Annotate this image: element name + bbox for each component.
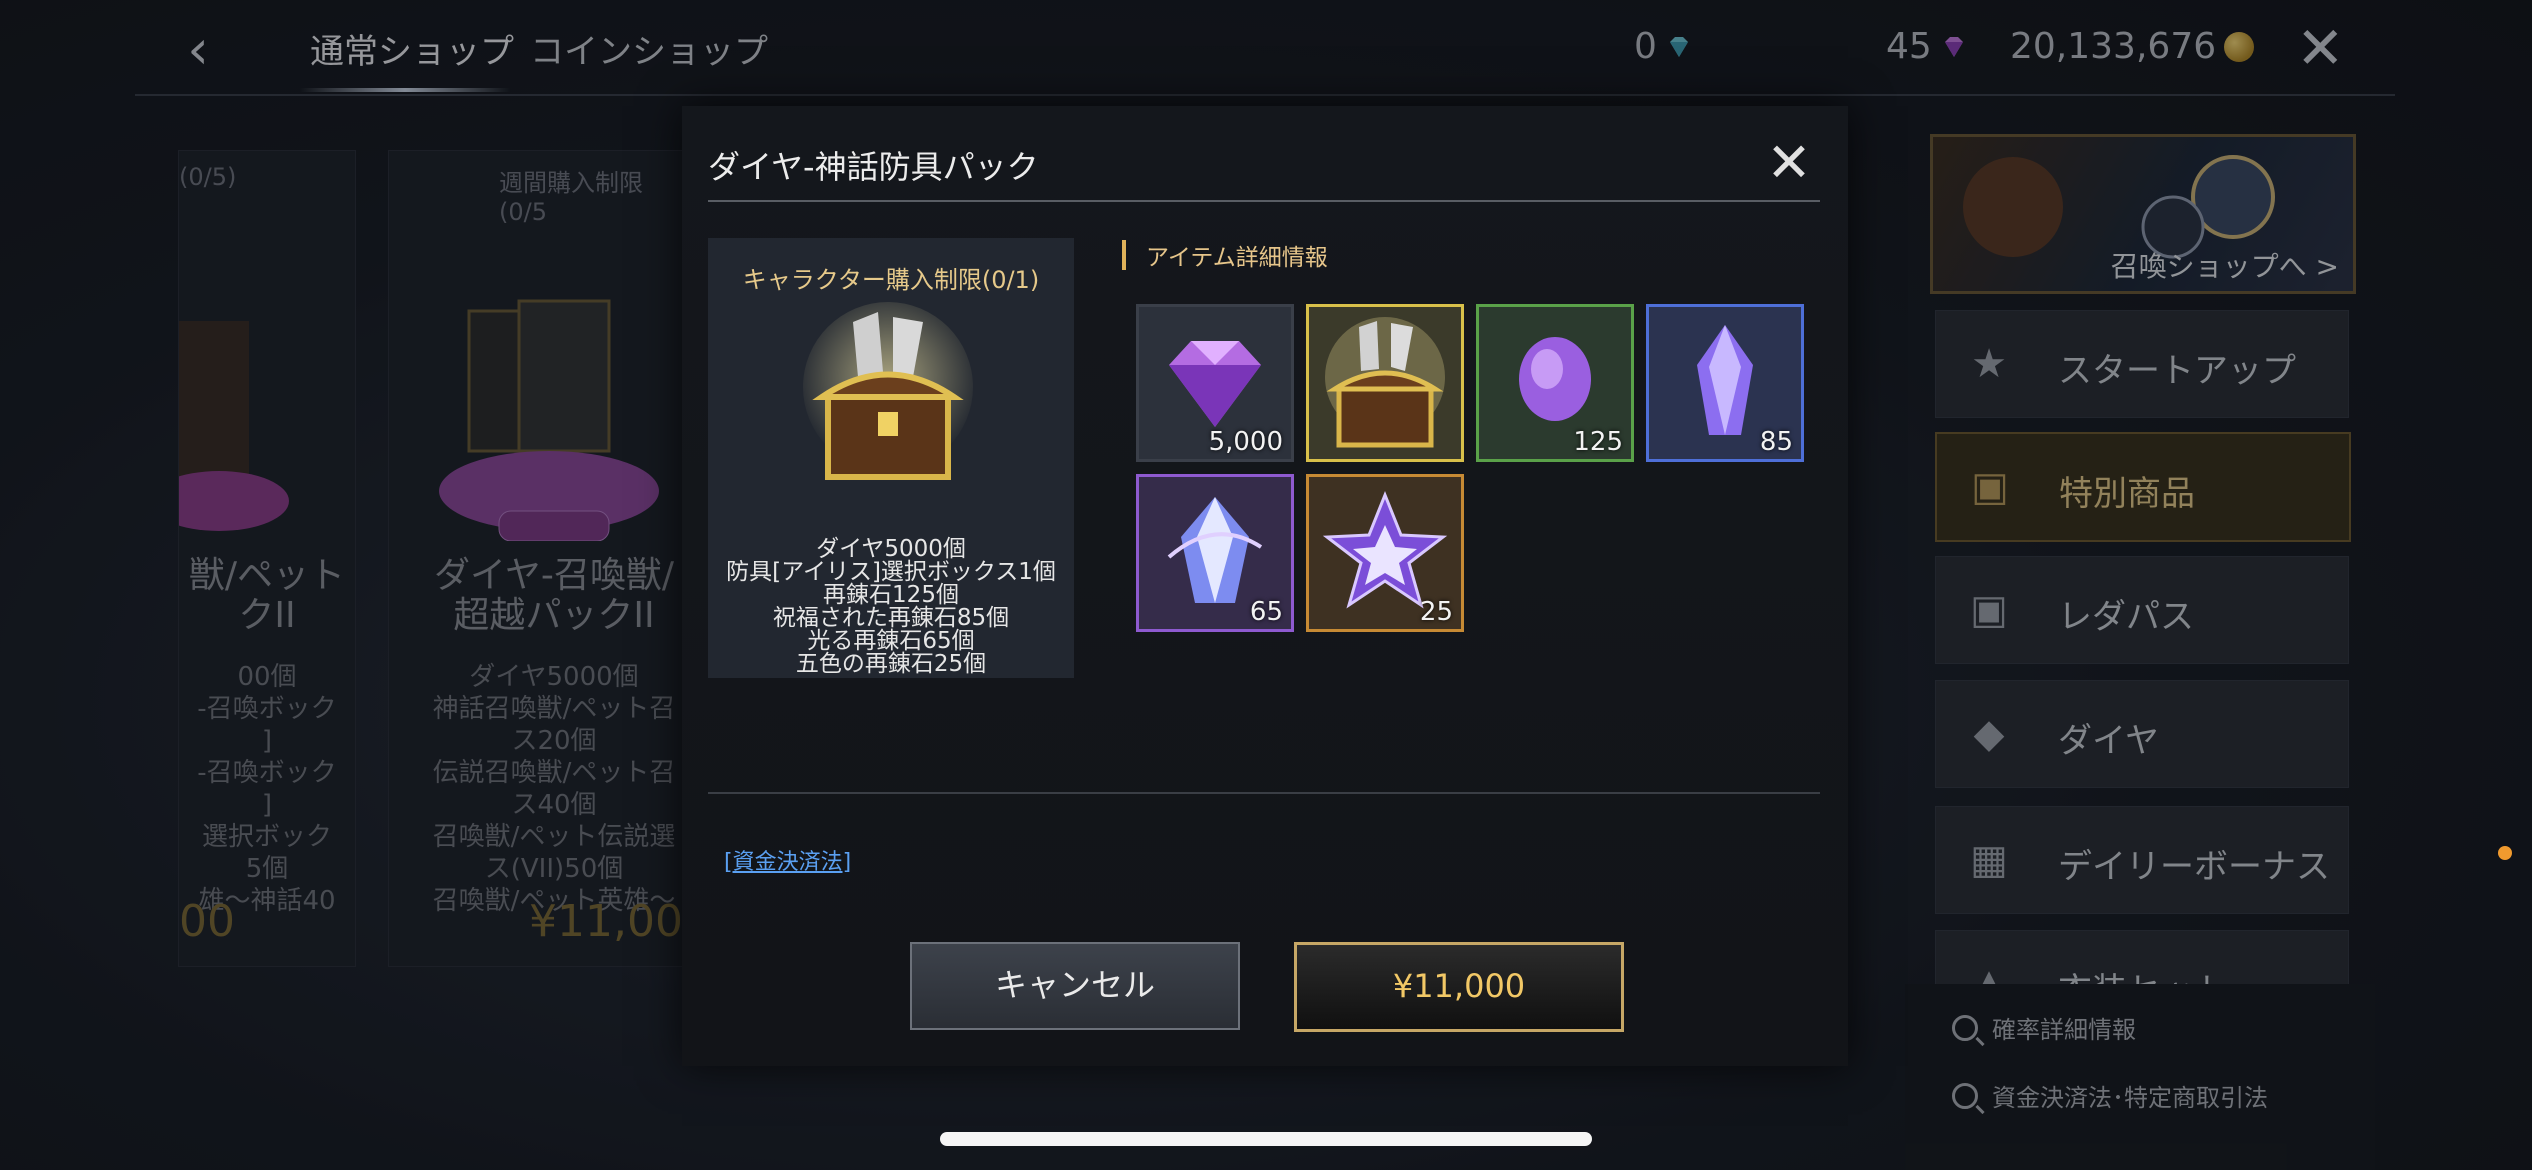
- contents-line: 祝福された再錬石85個: [772, 605, 1010, 631]
- notification-dot: [2498, 846, 2512, 860]
- item-quantity: 5,000: [1208, 427, 1283, 457]
- contents-line: ダイヤ5000個: [816, 536, 966, 562]
- purchase-limit: キャラクター購入制限(0/1): [742, 266, 1040, 294]
- treasure-chest-icon: [1325, 317, 1445, 448]
- item-detail-label: アイテム詳細情報: [1146, 245, 1328, 271]
- item-slot-refine-stone[interactable]: 125: [1476, 304, 1634, 462]
- header-accent-bar: [1122, 240, 1126, 270]
- item-slot-shining-refine-stone[interactable]: 65: [1136, 474, 1294, 632]
- payment-law-link[interactable]: [資金決済法]: [724, 844, 851, 876]
- item-quantity: 85: [1759, 427, 1793, 457]
- contents-line: 再錬石125個: [823, 582, 959, 608]
- cancel-button[interactable]: キャンセル: [910, 942, 1240, 1030]
- home-indicator[interactable]: [940, 1132, 1592, 1146]
- buy-button[interactable]: ¥11,000: [1294, 942, 1624, 1032]
- close-icon[interactable]: ✕: [1764, 136, 1814, 190]
- item-slot-five-color-refine-stone[interactable]: 25: [1306, 474, 1464, 632]
- item-detail-header: アイテム詳細情報: [1122, 238, 1328, 272]
- contents-line: 防具[アイリス]選択ボックス1個: [726, 559, 1056, 585]
- item-quantity: 125: [1573, 427, 1623, 457]
- purchase-dialog: ダイヤ-神話防具パック ✕ キャラクター購入制限(0/1) ダイヤ5000個 防…: [682, 106, 1848, 1066]
- contents-line: 五色の再錬石25個: [795, 651, 987, 677]
- title-divider: [708, 200, 1820, 202]
- treasure-chest-icon: [803, 302, 973, 480]
- contents-list: ダイヤ5000個 防具[アイリス]選択ボックス1個 再錬石125個 祝福された再…: [708, 538, 1074, 676]
- contents-line: 光る再錬石65個: [807, 628, 975, 654]
- dialog-title: ダイヤ-神話防具パック: [708, 148, 1039, 186]
- item-slot-armor-box[interactable]: [1306, 304, 1464, 462]
- item-quantity: 25: [1419, 597, 1453, 627]
- content-divider: [708, 792, 1820, 794]
- item-quantity: 65: [1249, 597, 1283, 627]
- product-preview: キャラクター購入制限(0/1) ダイヤ5000個 防具[アイリス]選択ボックス1…: [708, 238, 1074, 678]
- item-slot-blessed-refine-stone[interactable]: 85: [1646, 304, 1804, 462]
- item-slot-diamond[interactable]: 5,000: [1136, 304, 1294, 462]
